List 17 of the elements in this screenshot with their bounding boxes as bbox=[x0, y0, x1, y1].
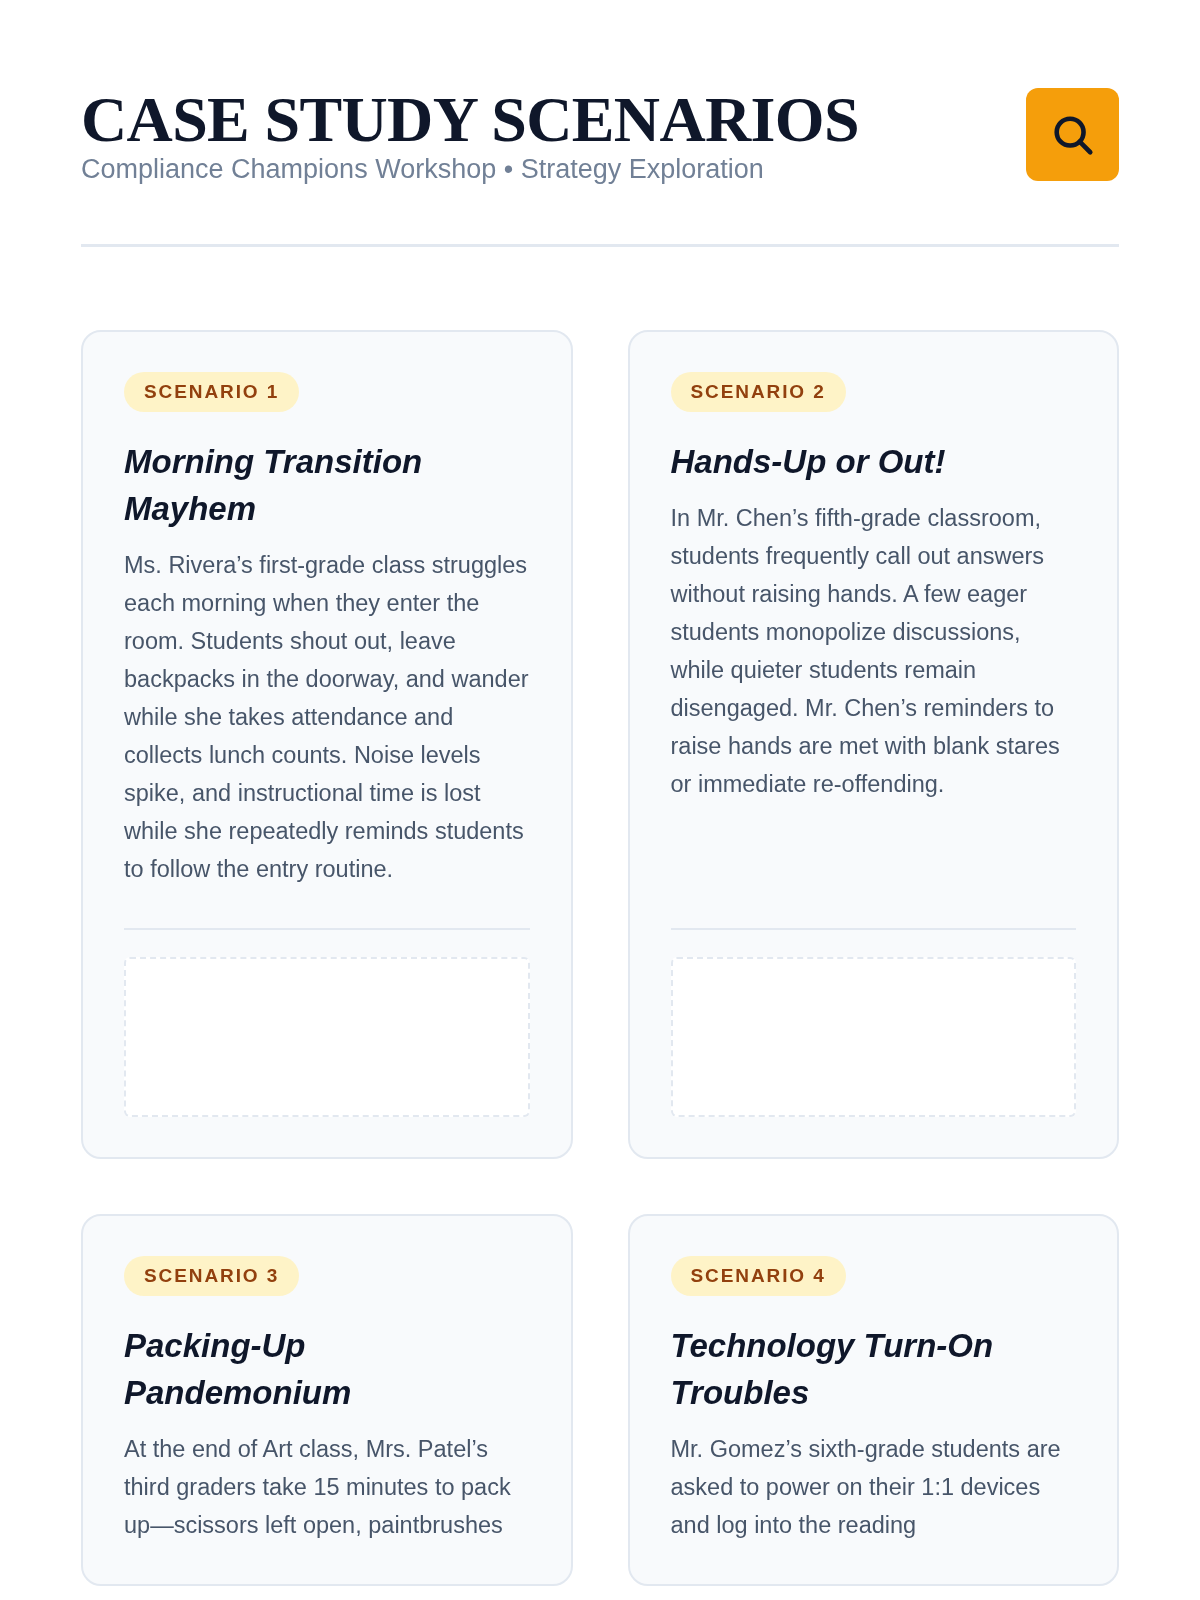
search-button[interactable] bbox=[1026, 88, 1119, 181]
scenario-title: Packing-Up Pandemonium bbox=[124, 1326, 353, 1413]
scenario-title: Morning Transition Mayhem bbox=[124, 442, 424, 529]
page-subtitle: Compliance Champions Workshop • Strategy Exploration bbox=[81, 153, 765, 186]
page-title: CASE STUDY SCENARIOS bbox=[81, 88, 859, 152]
notes-area[interactable] bbox=[670, 957, 1076, 1117]
scenario-description: Mr. Gomez’s sixth-grade students are asked to power on their 1:1 devices and log into the reading bbox=[670, 1435, 1062, 1540]
scenario-description: At the end of Art class, Mrs. Patel’s third graders take 15 minutes to pack up—scissors left open, paintbrushes bbox=[124, 1435, 512, 1540]
scenario-description: Ms. Rivera’s first-grade class struggles each morning when they enter the room. Students shout out, leave backpacks in the doorway, and wander while she takes attendance and collects lunch counts. Noise levels spike, and instructional time is lost while she repeatedly reminds students to follow the entry routine. bbox=[124, 551, 530, 884]
notes-area[interactable] bbox=[124, 957, 530, 1117]
scenario-badge: SCENARIO 4 bbox=[670, 1256, 846, 1296]
scenario-badge: SCENARIO 2 bbox=[670, 372, 846, 412]
scenario-badge: SCENARIO 1 bbox=[124, 372, 300, 412]
scenario-badge: SCENARIO 3 bbox=[124, 1256, 300, 1296]
scenario-title: Technology Turn-On Troubles bbox=[670, 1326, 995, 1413]
scenario-description: In Mr. Chen’s fifth-grade classroom, students frequently call out answers without raising hands. A few eager students monopolize discussions, while quieter students remain disengaged. Mr. Chen’s reminders to raise hands are met with blank stares or immediate re-offending. bbox=[670, 504, 1061, 799]
scenario-title: Hands-Up or Out! bbox=[670, 442, 947, 482]
